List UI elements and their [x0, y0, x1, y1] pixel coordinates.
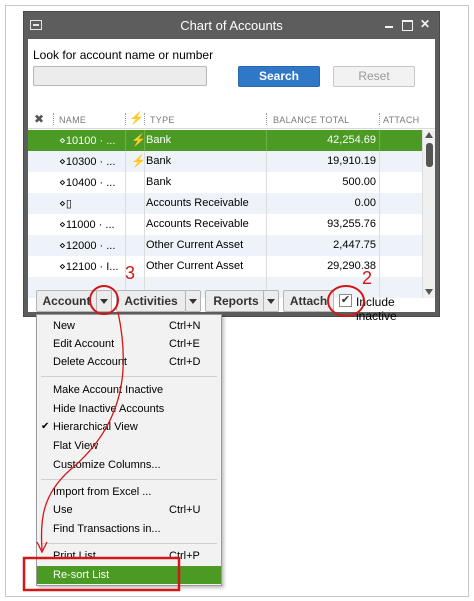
menu-item-hierarchical-view[interactable]: ✔ Hierarchical View — [37, 418, 221, 436]
menu-separator — [41, 376, 217, 377]
menu-item-resort-list[interactable]: Re-sort List — [37, 566, 221, 584]
table-row[interactable]: ⋄▯ Accounts Receivable 0.00 — [28, 193, 422, 214]
step-3-label: 3 — [125, 263, 136, 283]
search-label: Look for account name or number — [33, 48, 214, 62]
scroll-thumb[interactable] — [426, 143, 433, 167]
title-bar: Chart of Accounts ✕ — [24, 12, 439, 39]
table-row[interactable]: ⋄10300 · ... ⚡ Bank 19,910.19 — [28, 151, 422, 172]
menu-item-make-inactive[interactable]: Make Account Inactive — [37, 381, 221, 399]
menu-item-hide-inactive[interactable]: Hide Inactive Accounts — [37, 400, 221, 418]
menu-item-new[interactable]: New Ctrl+N — [37, 317, 221, 335]
table-row[interactable]: ⋄10100 · ... ⚡ Bank 42,254.69 — [28, 130, 422, 151]
header-attach[interactable]: ATTACH — [383, 115, 419, 125]
menu-item-import-excel[interactable]: Import from Excel ... — [37, 483, 221, 501]
menu-item-use[interactable]: Use Ctrl+U — [37, 501, 221, 519]
window-content: Look for account name or number Search R… — [28, 39, 435, 312]
include-inactive-label: Include inactive — [356, 295, 397, 323]
account-menu: New Ctrl+N Edit Account Ctrl+E Delete Ac… — [36, 314, 222, 586]
attach-button[interactable]: Attach — [283, 290, 334, 312]
chart-of-accounts-window: Chart of Accounts ✕ Look for account nam… — [23, 11, 440, 317]
minimize-icon[interactable] — [382, 17, 396, 31]
search-input[interactable] — [33, 66, 207, 86]
maximize-icon[interactable] — [400, 17, 414, 31]
column-settings-icon[interactable]: ✖ — [34, 112, 44, 126]
menu-item-customize-columns[interactable]: Customize Columns... — [37, 456, 221, 474]
table-row[interactable]: ⋄12000 · ... Other Current Asset 2,447.7… — [28, 235, 422, 256]
menu-item-edit-account[interactable]: Edit Account Ctrl+E — [37, 335, 221, 353]
account-dropdown-icon[interactable] — [96, 290, 112, 312]
reports-button[interactable]: Reports — [205, 290, 267, 312]
online-status-icon[interactable]: ⚡ — [129, 111, 144, 125]
header-type[interactable]: TYPE — [150, 115, 175, 125]
vertical-scrollbar[interactable] — [422, 130, 435, 298]
reset-button[interactable]: Reset — [333, 66, 415, 87]
menu-item-find-transactions[interactable]: Find Transactions in... — [37, 520, 221, 538]
activities-button[interactable]: Activities — [116, 290, 186, 312]
account-button[interactable]: Account — [36, 290, 97, 312]
activities-dropdown-icon[interactable] — [185, 290, 201, 312]
menu-separator — [41, 543, 217, 544]
window-title: Chart of Accounts — [180, 18, 283, 33]
header-name[interactable]: NAME — [59, 115, 86, 125]
menu-item-flat-view[interactable]: Flat View — [37, 437, 221, 455]
table-row[interactable]: ⋄10400 · ... Bank 500.00 — [28, 172, 422, 193]
table-header: ✖ NAME ⚡ TYPE BALANCE TOTAL ATTACH — [28, 109, 435, 129]
reports-dropdown-icon[interactable] — [263, 290, 279, 312]
step-2-label: 2 — [362, 268, 373, 288]
close-icon[interactable]: ✕ — [418, 17, 432, 31]
menu-separator — [41, 479, 217, 480]
include-inactive-checkbox[interactable]: ✔ — [339, 294, 352, 307]
menu-item-delete-account[interactable]: Delete Account Ctrl+D — [37, 353, 221, 371]
menu-item-print-list[interactable]: Print List... Ctrl+P — [37, 547, 221, 565]
search-button[interactable]: Search — [238, 66, 320, 87]
checkmark-icon: ✔ — [41, 421, 50, 432]
header-balance[interactable]: BALANCE TOTAL — [273, 115, 349, 125]
scroll-up-icon[interactable] — [425, 132, 433, 138]
table-row[interactable]: ⋄11000 · ... Accounts Receivable 93,255.… — [28, 214, 422, 235]
bottom-toolbar: Account Activities Reports Attach ✔ Incl… — [27, 290, 434, 323]
